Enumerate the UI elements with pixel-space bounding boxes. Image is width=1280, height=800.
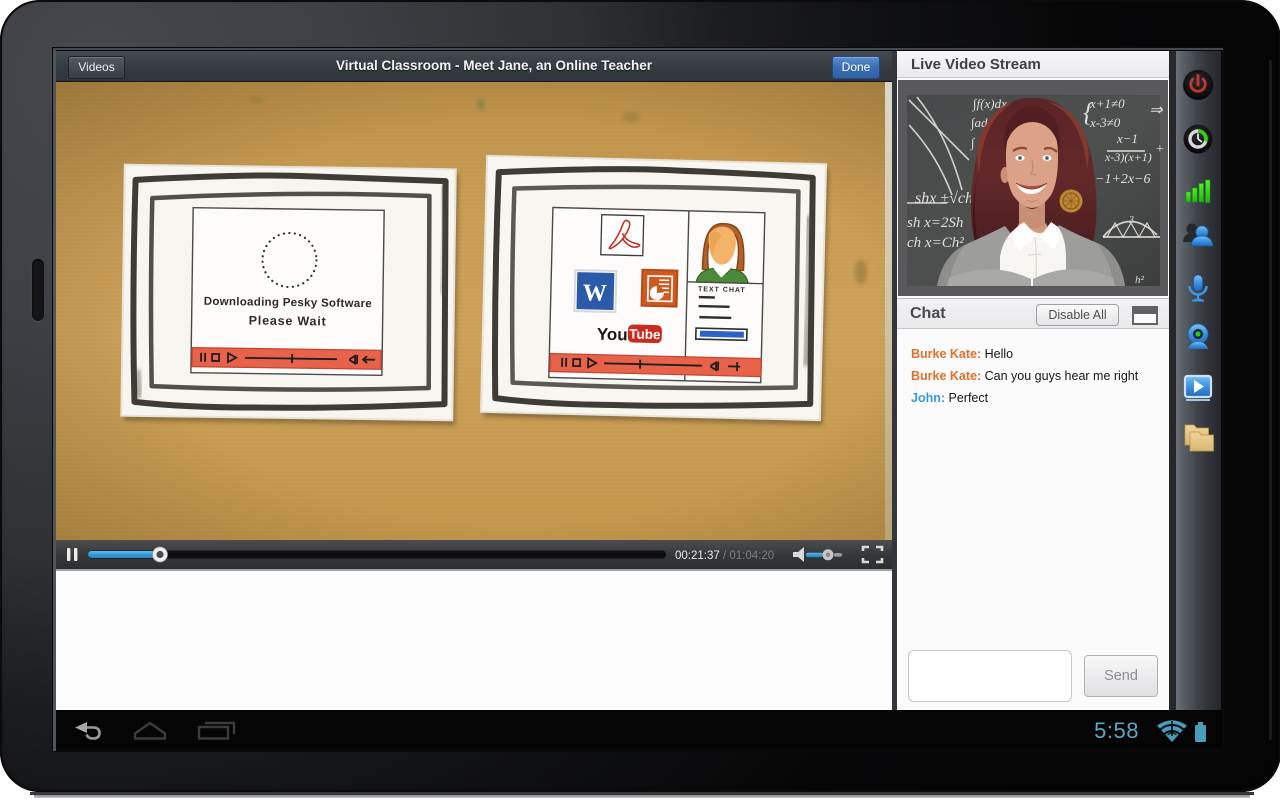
svg-text:x−1: x−1 bbox=[1116, 131, 1138, 146]
svg-text:x-3≠0: x-3≠0 bbox=[1089, 115, 1121, 130]
svg-text:sh x=2Sh: sh x=2Sh bbox=[907, 215, 963, 231]
svg-text:Please Wait: Please Wait bbox=[249, 313, 327, 328]
svg-text:shx ±√ch: shx ±√ch bbox=[915, 190, 973, 207]
svg-text:W: W bbox=[583, 280, 608, 307]
svg-text:ch x=Ch²: ch x=Ch² bbox=[907, 235, 964, 251]
svg-text:+: + bbox=[1155, 142, 1164, 157]
svg-text:You: You bbox=[597, 325, 628, 345]
svg-text:−1+2x−6: −1+2x−6 bbox=[1095, 172, 1151, 187]
svg-text:00:21:37 / 01:04:20: 00:21:37 / 01:04:20 bbox=[675, 550, 774, 562]
svg-text:3: 3 bbox=[1128, 215, 1134, 226]
svg-text:h²: h² bbox=[1135, 274, 1145, 286]
svg-text:x+1≠0: x+1≠0 bbox=[1089, 96, 1125, 111]
svg-text:x-3)(x+1): x-3)(x+1) bbox=[1104, 150, 1152, 164]
svg-text:{: { bbox=[1083, 98, 1094, 127]
svg-text:Tube: Tube bbox=[629, 326, 661, 342]
svg-text:⇒: ⇒ bbox=[1149, 102, 1163, 119]
svg-text:Downloading Pesky Software: Downloading Pesky Software bbox=[204, 296, 372, 310]
svg-text:TEXT CHAT: TEXT CHAT bbox=[698, 286, 746, 294]
